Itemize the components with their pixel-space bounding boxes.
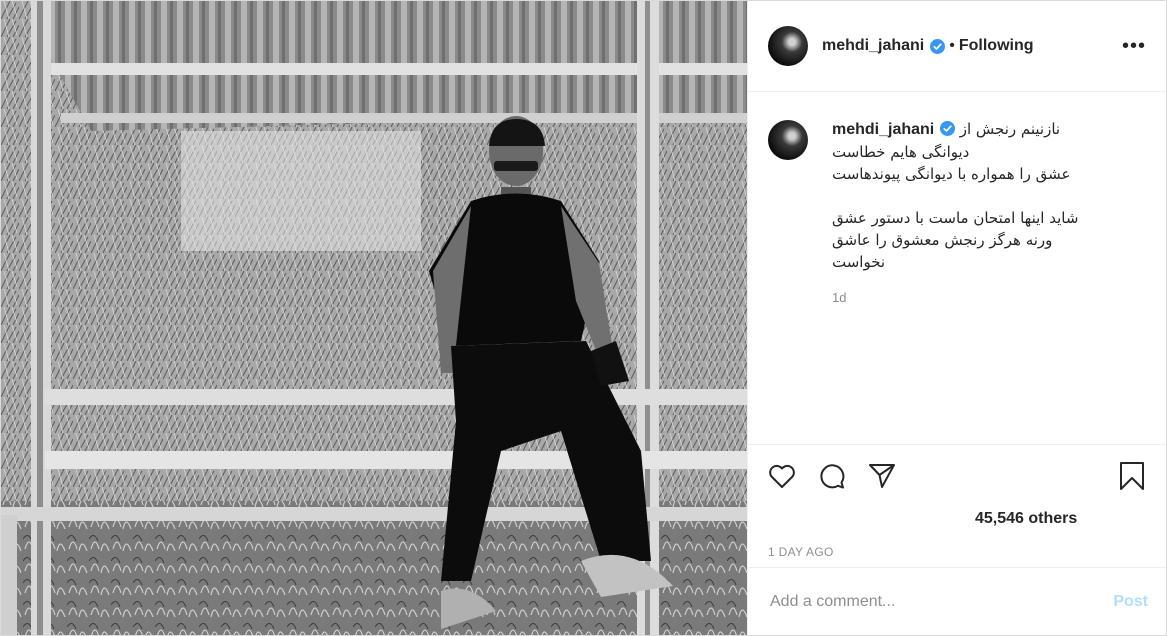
caption-body: mehdi_jahani نازنینم رنجش از دیوانگی های…	[832, 118, 1078, 309]
likes-count[interactable]: 45,546 others	[748, 507, 1166, 537]
post-header: mehdi_jahani • Following •••	[748, 1, 1166, 92]
caption-line: ورنه هرگز رنجش معشوق را عاشق	[832, 231, 1053, 249]
caption-line: عشق را همواره با دیوانگی پیوندهاست	[832, 165, 1071, 183]
caption-age[interactable]: 1d	[832, 287, 1078, 309]
photo-bus-shelter-man	[1, 1, 747, 635]
author-avatar[interactable]	[768, 26, 808, 66]
heart-icon[interactable]	[766, 460, 798, 492]
caption: mehdi_jahani نازنینم رنجش از دیوانگی های…	[768, 118, 1146, 309]
paper-plane-icon[interactable]	[866, 460, 898, 492]
caption-line: شاید اینها امتحان ماست با دستور عشق	[832, 209, 1079, 227]
caption-username[interactable]: mehdi_jahani	[832, 121, 934, 138]
comment-icon[interactable]	[816, 460, 848, 492]
caption-line: نخواست	[832, 253, 886, 271]
comments-section: mehdi_jahani نازنینم رنجش از دیوانگی های…	[748, 92, 1166, 444]
following-button[interactable]: Following	[959, 37, 1034, 55]
separator-dot: •	[949, 37, 955, 54]
verified-badge-icon	[940, 121, 956, 136]
more-options-icon[interactable]: •••	[1122, 36, 1146, 56]
caption-avatar[interactable]	[768, 120, 808, 160]
action-bar	[748, 444, 1166, 507]
caption-gap	[832, 185, 1078, 207]
instagram-post: mehdi_jahani • Following ••• mehdi_jahan…	[0, 0, 1167, 636]
add-comment-bar: Post	[748, 567, 1166, 635]
caption-line: دیوانگی هایم خطاست	[832, 143, 970, 161]
post-comment-button[interactable]: Post	[1113, 593, 1148, 611]
caption-line: نازنینم رنجش از	[959, 120, 1061, 138]
verified-badge-icon	[930, 38, 946, 54]
post-photo[interactable]	[1, 1, 747, 635]
comment-input[interactable]	[768, 591, 1114, 612]
bookmark-icon[interactable]	[1116, 460, 1148, 492]
post-timestamp[interactable]: 1 DAY AGO	[748, 537, 1166, 567]
author-username[interactable]: mehdi_jahani	[822, 37, 924, 55]
post-sidebar: mehdi_jahani • Following ••• mehdi_jahan…	[747, 1, 1166, 635]
